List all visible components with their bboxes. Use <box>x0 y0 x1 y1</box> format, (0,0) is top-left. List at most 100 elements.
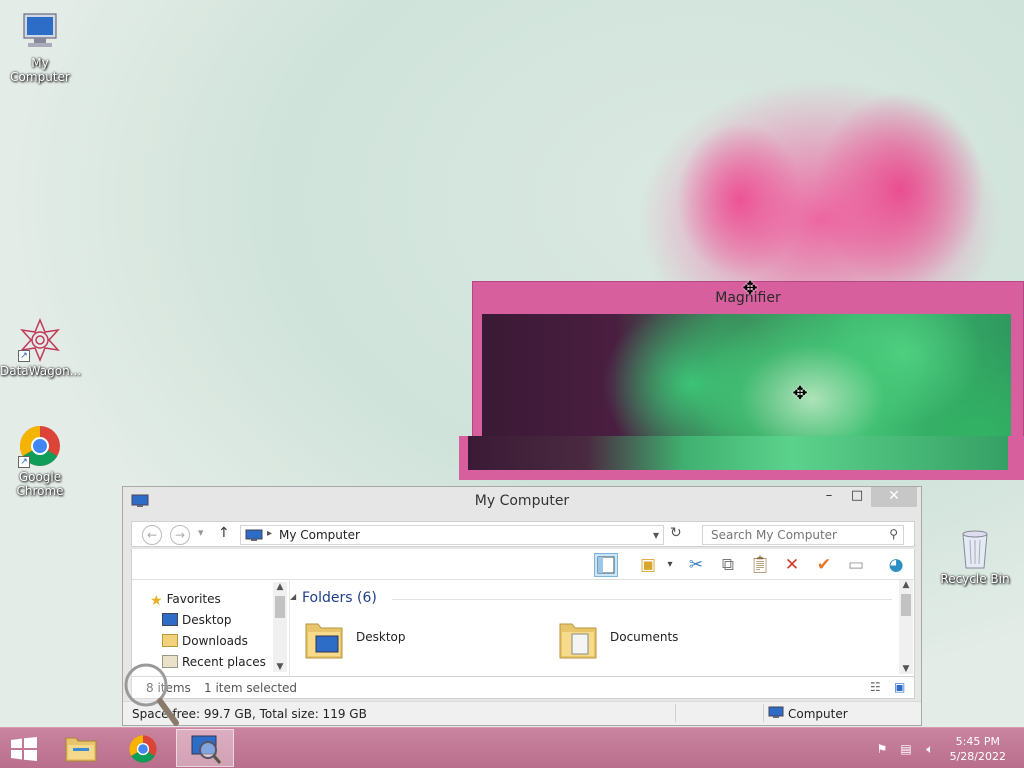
windows-logo-icon[interactable] <box>10 737 38 761</box>
refresh-button[interactable]: ↻ <box>670 525 682 541</box>
folder-item-desktop[interactable]: Desktop <box>304 616 464 666</box>
address-bar[interactable]: ▸ My Computer ▾ <box>240 525 664 545</box>
star-icon: ★ <box>150 593 163 609</box>
breadcrumb-separator-icon: ▸ <box>267 528 273 539</box>
folder-icon <box>304 616 344 662</box>
paste-icon[interactable]: 📋︎ <box>748 553 772 577</box>
forward-button[interactable]: → <box>170 525 190 545</box>
back-button[interactable]: ← <box>142 525 162 545</box>
shortcut-arrow-icon: ↗ <box>18 456 30 468</box>
recent-locations-button[interactable]: ▾ <box>198 526 204 539</box>
breadcrumb[interactable]: My Computer <box>279 528 360 542</box>
nav-item-favorites[interactable]: ★ Favorites <box>150 592 221 609</box>
item-status-bar: 8 items 1 item selected ☷ ▣ <box>131 677 915 699</box>
nav-item-downloads[interactable]: Downloads <box>162 634 248 648</box>
computer-icon <box>245 529 263 545</box>
nav-item-desktop[interactable]: Desktop <box>162 613 232 627</box>
scroll-down-icon[interactable]: ▼ <box>273 662 287 672</box>
status-divider <box>675 704 676 722</box>
explorer-window[interactable]: My Computer – □ ✕ ← → ▾ ↑ ▸ My Computer … <box>122 486 922 726</box>
action-center-flag-icon[interactable]: ⚑ <box>874 742 890 756</box>
taskbar-chrome[interactable] <box>114 729 172 767</box>
volume-muted-icon[interactable]: 🔈︎ <box>922 742 938 756</box>
network-icon[interactable]: ▤ <box>898 742 914 756</box>
scrollbar-thumb[interactable] <box>275 596 285 618</box>
move-cursor-icon: ✥ <box>792 383 808 404</box>
group-collapse-icon[interactable]: ◢ <box>290 592 296 601</box>
location-status: Computer <box>788 707 848 721</box>
desktop-icon-label: My Computer <box>10 56 70 84</box>
magnifier-window[interactable]: Magnifier <box>459 281 1024 480</box>
copy-icon[interactable]: ⧉ <box>716 553 740 577</box>
status-divider <box>763 704 764 722</box>
up-button[interactable]: ↑ <box>218 525 230 541</box>
scroll-up-icon[interactable]: ▲ <box>899 580 913 590</box>
scroll-down-icon[interactable]: ▼ <box>899 664 913 674</box>
search-input[interactable] <box>703 526 879 544</box>
select-icon[interactable]: ✔ <box>812 553 836 577</box>
chrome-icon <box>128 734 158 767</box>
close-button[interactable]: ✕ <box>871 487 917 507</box>
large-icons-view-icon[interactable]: ▣ <box>894 680 905 694</box>
group-divider <box>392 599 892 600</box>
maximize-button[interactable]: □ <box>843 487 871 507</box>
network-icon[interactable]: ◕ <box>884 553 908 577</box>
delete-icon[interactable]: ✕ <box>780 553 804 577</box>
downloads-icon <box>162 634 178 647</box>
shortcut-arrow-icon: ↗ <box>18 350 30 362</box>
command-toolbar: ▣ ▾ ✂ ⧉ 📋︎ ✕ ✔ ▭ ◕ <box>131 549 915 579</box>
view-pane-icon[interactable] <box>594 553 618 577</box>
file-explorer-icon <box>65 734 97 765</box>
computer-icon <box>18 10 62 54</box>
desktop-icon-datawagon[interactable]: ↗ DataWagon... <box>0 318 82 378</box>
items-pane: ◢ Folders (6) Desktop Documents ▲ ▼ <box>289 580 915 676</box>
search-box[interactable]: ⚲ <box>702 525 904 545</box>
minimize-button[interactable]: – <box>815 487 843 507</box>
move-cursor-icon: ✥ <box>742 278 758 299</box>
magnifier-lens-strip <box>468 436 1008 470</box>
folder-item-documents[interactable]: Documents <box>558 616 718 666</box>
navigation-pane: ★ Favorites Desktop Downloads Recent plac… <box>132 584 288 669</box>
folder-icon <box>558 616 598 662</box>
group-header[interactable]: Folders (6) <box>302 590 377 606</box>
address-dropdown-button[interactable]: ▾ <box>653 528 659 542</box>
magnifier-lens-edge <box>459 436 1024 480</box>
folder-label: Documents <box>610 630 679 644</box>
chrome-icon: ↗ <box>18 424 62 468</box>
clock[interactable]: 5:45 PM 5/28/2022 <box>950 734 1006 764</box>
desktop-icon-label: DataWagon... <box>0 364 82 378</box>
taskbar-file-explorer[interactable] <box>52 729 110 767</box>
datawagon-icon: ↗ <box>18 318 62 362</box>
computer-icon <box>768 706 784 722</box>
content-area: ★ Favorites Desktop Downloads Recent plac… <box>131 579 915 677</box>
magnifier-icon <box>190 734 222 767</box>
scrollbar-thumb[interactable] <box>901 594 911 616</box>
details-status-bar: Space free: 99.7 GB, Total size: 119 GB … <box>123 701 921 725</box>
magnifier-lens-icon <box>122 661 180 729</box>
properties-icon[interactable]: ▣ <box>636 553 660 577</box>
address-row: ← → ▾ ↑ ▸ My Computer ▾ ↻ ⚲ <box>131 521 915 547</box>
desktop-icon-label: Google Chrome <box>16 470 64 498</box>
desktop-icon <box>162 613 178 626</box>
items-pane-scrollbar[interactable]: ▲ ▼ <box>899 580 913 674</box>
properties-dropdown-icon[interactable]: ▾ <box>658 553 682 577</box>
explorer-titlebar[interactable]: My Computer – □ ✕ <box>123 487 921 515</box>
taskbar-magnifier[interactable] <box>176 729 234 767</box>
scroll-up-icon[interactable]: ▲ <box>273 582 287 592</box>
desktop-icon-recycle-bin[interactable]: Recycle Bin <box>935 526 1015 586</box>
clock-date: 5/28/2022 <box>949 750 1006 763</box>
search-icon[interactable]: ⚲ <box>889 527 898 541</box>
cut-icon[interactable]: ✂ <box>684 553 708 577</box>
folder-label: Desktop <box>356 630 406 644</box>
taskbar: ⚑ ▤ 🔈︎ 5:45 PM 5/28/2022 <box>0 727 1024 768</box>
selection-status: 1 item selected <box>204 681 298 695</box>
recycle-bin-icon <box>953 526 997 570</box>
desktop-icon-my-computer[interactable]: My Computer <box>0 10 80 84</box>
rename-icon[interactable]: ▭ <box>844 553 868 577</box>
nav-pane-scrollbar[interactable]: ▲ ▼ <box>273 582 287 672</box>
details-view-icon[interactable]: ☷ <box>870 680 881 694</box>
desktop-icon-google-chrome[interactable]: ↗ Google Chrome <box>0 424 80 498</box>
desktop-icon-label: Recycle Bin <box>940 572 1010 586</box>
window-title: My Computer <box>474 493 570 509</box>
clock-time: 5:45 PM <box>955 735 1000 748</box>
